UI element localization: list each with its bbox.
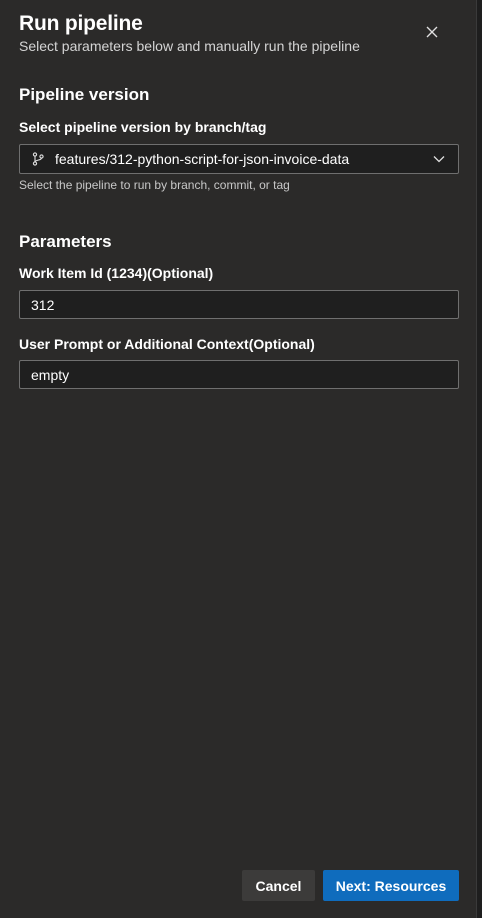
cancel-button[interactable]: Cancel [242, 870, 315, 901]
dialog-title: Run pipeline [19, 12, 143, 35]
section-title-parameters: Parameters [19, 232, 112, 251]
chevron-down-icon [432, 152, 446, 166]
close-button[interactable] [418, 18, 446, 46]
work-item-input[interactable] [19, 290, 459, 319]
branch-select-value: features/312-python-script-for-json-invo… [55, 151, 350, 167]
section-title-pipeline-version: Pipeline version [19, 85, 150, 104]
prompt-label: User Prompt or Additional Context(Option… [19, 336, 315, 352]
next-resources-button[interactable]: Next: Resources [323, 870, 459, 901]
git-branch-icon [31, 151, 45, 167]
run-pipeline-panel: Run pipeline Select parameters below and… [0, 0, 477, 918]
branch-label: Select pipeline version by branch/tag [19, 119, 267, 135]
close-icon [426, 26, 438, 38]
branch-helper-text: Select the pipeline to run by branch, co… [19, 178, 290, 192]
work-item-label: Work Item Id (1234)(Optional) [19, 265, 214, 281]
dialog-subtitle: Select parameters below and manually run… [19, 38, 360, 54]
branch-select[interactable]: features/312-python-script-for-json-invo… [19, 144, 459, 174]
prompt-input[interactable] [19, 360, 459, 389]
